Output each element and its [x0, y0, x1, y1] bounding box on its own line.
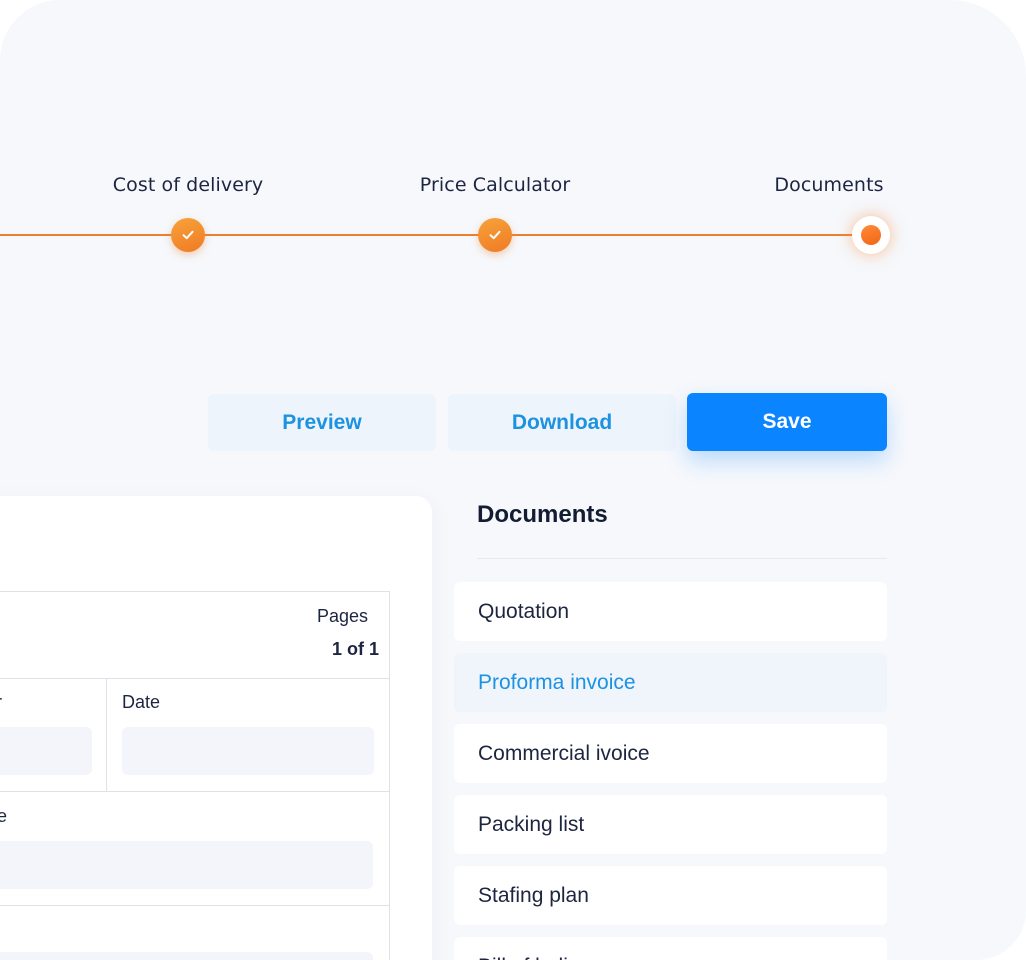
document-item-stafing-plan[interactable]: Stafing plan: [454, 866, 887, 925]
step-current-indicator[interactable]: [852, 216, 890, 254]
stepper-connector: [511, 234, 857, 236]
document-item-proforma-invoice[interactable]: Proforma invoice: [454, 653, 887, 712]
step-label-documents[interactable]: Documents: [774, 174, 883, 196]
date-label: Date: [122, 692, 161, 712]
table-divider: [0, 791, 389, 792]
stepper-connector: [0, 234, 172, 236]
step-label-cost-of-delivery[interactable]: Cost of delivery: [113, 174, 264, 196]
partial-field-label: r: [0, 692, 2, 713]
app-frame: Cost of delivery Price Calculator Docume…: [0, 0, 1026, 960]
table-divider: [0, 678, 389, 679]
pages-value: 1 of 1: [332, 639, 380, 659]
check-icon: [489, 230, 501, 240]
save-button[interactable]: Save: [687, 393, 887, 451]
document-item-commercial-invoice[interactable]: Commercial ivoice: [454, 724, 887, 783]
download-button[interactable]: Download: [448, 394, 676, 451]
step-label-price-calculator[interactable]: Price Calculator: [420, 174, 570, 196]
current-step-dot-icon: [861, 225, 881, 245]
step-completed-check-icon[interactable]: [171, 218, 205, 252]
pages-label: Pages: [317, 606, 369, 626]
table-divider: [0, 905, 389, 906]
document-item-quotation[interactable]: Quotation: [454, 582, 887, 641]
partial-field-label: e: [0, 806, 8, 826]
step-completed-check-icon[interactable]: [478, 218, 512, 252]
partial-input-field[interactable]: [0, 841, 373, 889]
table-divider: [106, 679, 107, 791]
date-input-field[interactable]: [122, 727, 374, 775]
document-item-packing-list[interactable]: Packing list: [454, 795, 887, 854]
preview-button[interactable]: Preview: [208, 394, 436, 451]
partial-input-field[interactable]: [0, 952, 373, 960]
stepper-connector: [204, 234, 479, 236]
document-item-bill-of-lading[interactable]: Bill of lading: [454, 937, 887, 960]
panel-divider: [477, 558, 887, 559]
check-icon: [182, 230, 194, 240]
documents-panel-title: Documents: [477, 501, 608, 528]
partial-input-field[interactable]: [0, 727, 92, 775]
